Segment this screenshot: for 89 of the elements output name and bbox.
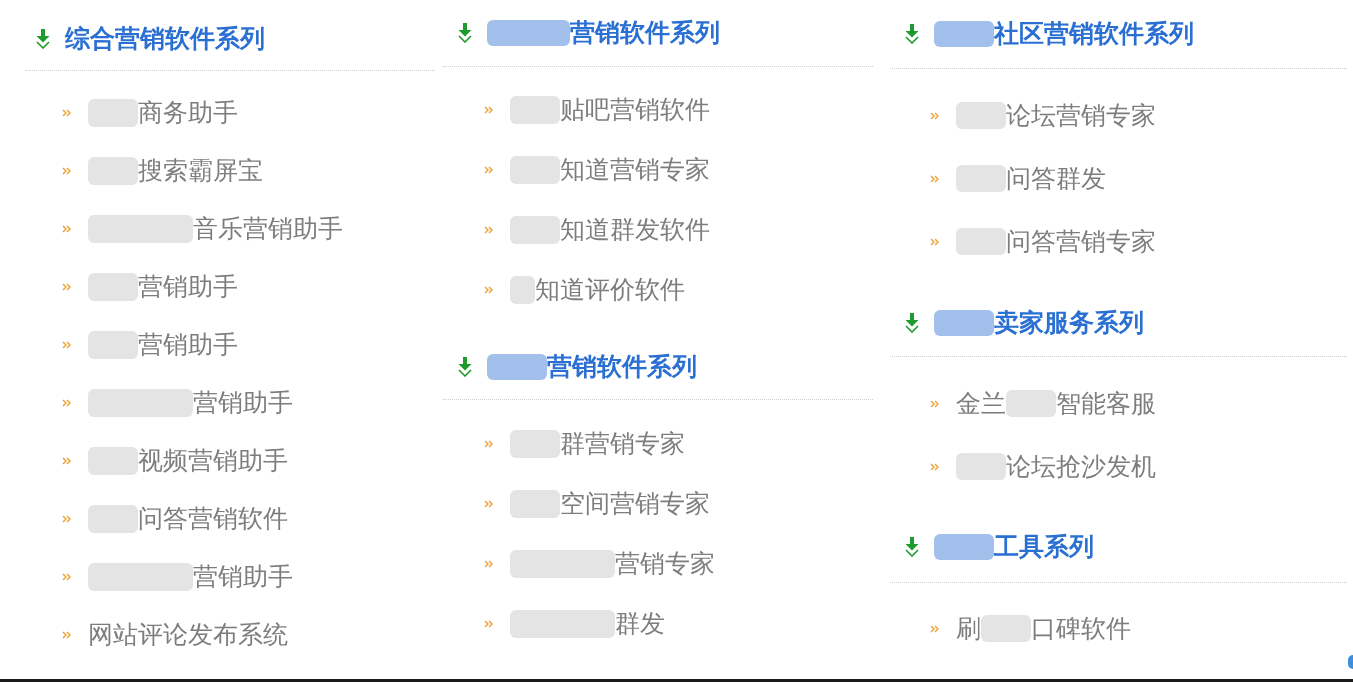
double-chevron-icon	[930, 236, 940, 247]
double-chevron-icon	[484, 439, 494, 449]
product-link[interactable]: 营销专家	[510, 549, 715, 579]
product-link[interactable]: 营销助手	[88, 388, 293, 418]
product-link[interactable]: 知道评价软件	[510, 275, 685, 305]
double-chevron-icon	[62, 398, 72, 408]
double-chevron-icon	[484, 105, 494, 115]
product-link[interactable]: 营销助手	[88, 330, 238, 360]
double-chevron-icon	[930, 623, 940, 634]
product-link[interactable]: 金兰 智能客服	[956, 388, 1156, 419]
blurred-patch-icon	[88, 157, 138, 185]
double-chevron-icon	[62, 224, 72, 234]
double-chevron-icon	[62, 456, 72, 466]
blurred-patch-icon	[956, 452, 1006, 481]
blurred-patch-icon	[487, 19, 570, 47]
product-link[interactable]: 贴吧营销软件	[510, 95, 710, 125]
product-link[interactable]: 视频营销助手	[88, 446, 288, 476]
double-chevron-icon	[930, 173, 940, 184]
double-chevron-icon	[62, 572, 72, 582]
blurred-patch-icon	[88, 99, 138, 127]
blurred-patch-icon	[981, 614, 1031, 643]
blurred-patch-icon	[510, 550, 615, 578]
double-chevron-icon	[484, 165, 494, 175]
section-title: 社区营销软件系列	[994, 18, 1194, 50]
double-chevron-icon	[62, 514, 72, 524]
double-chevron-icon	[62, 340, 72, 350]
blurred-patch-icon	[510, 610, 615, 638]
download-arrow-icon	[904, 537, 920, 557]
blurred-patch-icon	[88, 505, 138, 533]
blurred-patch-icon	[88, 447, 138, 475]
product-link[interactable]: 群营销专家	[510, 429, 685, 459]
section-title: 综合营销软件系列	[65, 23, 265, 55]
blurred-patch-icon	[510, 156, 560, 184]
product-link[interactable]: 问答营销软件	[88, 504, 288, 534]
double-chevron-icon	[484, 225, 494, 235]
blurred-patch-icon	[510, 490, 560, 518]
double-chevron-icon	[930, 398, 940, 409]
blurred-patch-icon	[487, 353, 547, 381]
product-link[interactable]: 知道群发软件	[510, 215, 710, 245]
section-title: 工具系列	[994, 531, 1094, 563]
product-link[interactable]: 刷 口碑软件	[956, 613, 1131, 644]
download-arrow-icon	[457, 23, 473, 43]
download-arrow-icon	[35, 29, 51, 49]
product-link[interactable]: 群发	[510, 609, 665, 639]
download-arrow-icon	[904, 313, 920, 333]
blurred-patch-icon	[956, 227, 1006, 256]
section-title: 营销软件系列	[547, 351, 697, 383]
blurred-patch-icon	[510, 276, 535, 304]
section-title: 营销软件系列	[569, 17, 720, 49]
double-chevron-icon	[62, 630, 72, 640]
product-link[interactable]: 网站评论发布系统	[88, 620, 288, 650]
double-chevron-icon	[484, 499, 494, 509]
double-chevron-icon	[930, 110, 940, 121]
blurred-patch-icon	[510, 430, 560, 458]
blurred-patch-icon	[956, 164, 1006, 193]
blurred-patch-icon	[88, 273, 138, 301]
blurred-patch-icon	[88, 331, 138, 359]
blurred-patch-icon	[510, 96, 560, 124]
product-link[interactable]: 营销助手	[88, 272, 238, 302]
double-chevron-icon	[62, 108, 72, 118]
blurred-patch-icon	[934, 533, 994, 561]
product-link[interactable]: 问答营销专家	[956, 226, 1156, 257]
double-chevron-icon	[484, 285, 494, 295]
double-chevron-icon	[484, 619, 494, 629]
blurred-patch-icon	[88, 389, 193, 417]
download-arrow-icon	[904, 24, 920, 44]
download-arrow-icon	[457, 357, 473, 377]
product-link[interactable]: 知道营销专家	[510, 155, 710, 185]
product-link[interactable]: 空间营销专家	[510, 489, 710, 519]
product-link[interactable]: 商务助手	[88, 98, 238, 128]
product-link[interactable]: 音乐营销助手	[88, 214, 343, 244]
blurred-patch-icon	[956, 101, 1006, 130]
double-chevron-icon	[62, 166, 72, 176]
double-chevron-icon	[930, 461, 940, 472]
blurred-patch-icon	[934, 309, 994, 337]
product-link[interactable]: 搜索霸屏宝	[88, 156, 263, 186]
product-link[interactable]: 论坛营销专家	[956, 100, 1156, 131]
section-title: 卖家服务系列	[994, 307, 1144, 339]
product-link[interactable]: 营销助手	[88, 562, 293, 592]
blurred-patch-icon	[510, 216, 560, 244]
double-chevron-icon	[62, 282, 72, 292]
blurred-patch-icon	[88, 563, 193, 591]
double-chevron-icon	[484, 559, 494, 569]
product-link[interactable]: 问答群发	[956, 163, 1106, 194]
blurred-patch-icon	[1006, 389, 1056, 418]
product-link[interactable]: 论坛抢沙发机	[956, 451, 1156, 482]
edge-marker-icon	[1348, 655, 1353, 669]
blurred-patch-icon	[934, 20, 994, 48]
blurred-patch-icon	[88, 215, 193, 243]
